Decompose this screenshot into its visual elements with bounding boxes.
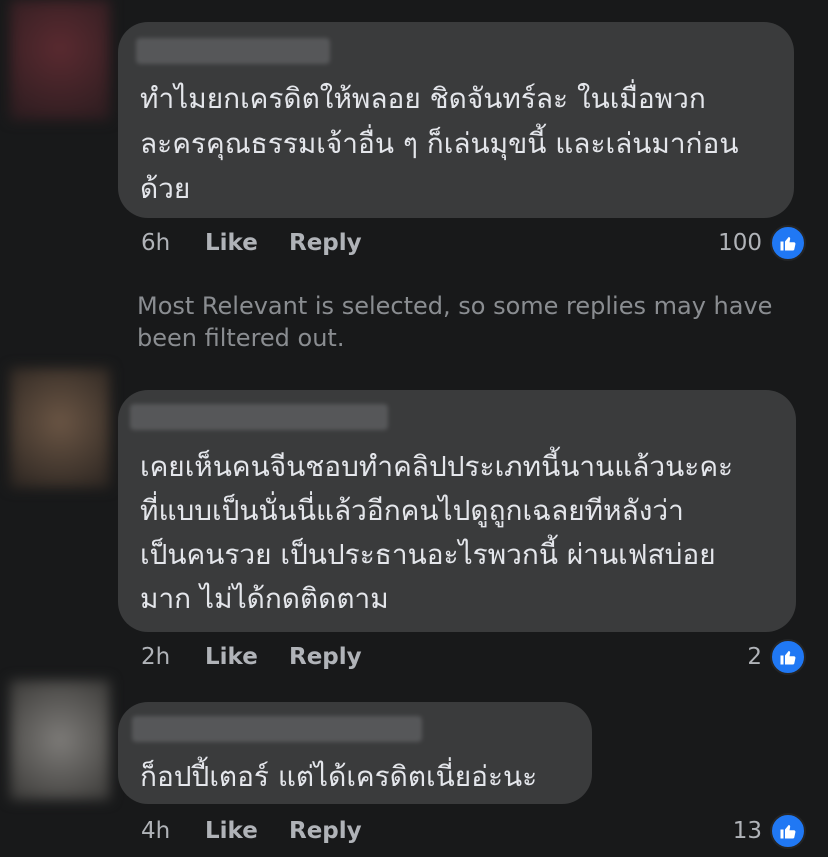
comment-text-line: ละครคุณธรรมเจ้าอื่น ๆ ก็เล่นมุขนี้ และเล… — [140, 127, 739, 160]
comment-actions: 6h Like Reply — [141, 228, 441, 258]
commenter-name[interactable] — [132, 716, 422, 742]
comment-bubble: เคยเห็นคนจีนชอบทำคลิปประเภทนี้นานแล้วนะค… — [118, 390, 796, 632]
reaction-count: 13 — [732, 818, 762, 844]
comment-text-line: ก็อปปี้เตอร์ แต่ได้เครดิตเนี่ยอ่ะนะ — [140, 760, 538, 793]
comment-text-line: ทำไมยกเครดิตให้พลอย ชิดจันทร์ละ ในเมื่อพ… — [140, 82, 706, 115]
comment-text-line: เคยเห็นคนจีนชอบทำคลิปประเภทนี้นานแล้วนะค… — [140, 450, 734, 483]
reaction-summary[interactable]: 13 — [732, 813, 806, 849]
commenter-name[interactable] — [136, 38, 330, 64]
like-button[interactable]: Like — [205, 816, 258, 846]
commenter-name[interactable] — [130, 404, 388, 430]
reaction-count: 2 — [747, 644, 762, 670]
comment-timestamp[interactable]: 2h — [141, 642, 170, 672]
reaction-summary[interactable]: 100 — [718, 225, 806, 261]
like-button[interactable]: Like — [205, 642, 258, 672]
comment-text-line: ด้วย — [140, 172, 191, 205]
comment-text-line: มาก ไม่ได้กดติดตาม — [140, 582, 389, 615]
avatar[interactable] — [10, 368, 110, 488]
avatar[interactable] — [10, 680, 110, 800]
reaction-summary[interactable]: 2 — [747, 639, 806, 675]
thumbs-up-icon — [770, 225, 806, 261]
comment-text-line: ที่แบบเป็นนั่นนี่แล้วอีกคนไปดูถูกเฉลยทีห… — [140, 494, 684, 527]
thumbs-up-icon — [770, 813, 806, 849]
filter-notice: Most Relevant is selected, so some repli… — [137, 292, 773, 352]
reply-button[interactable]: Reply — [289, 228, 362, 258]
comment-timestamp[interactable]: 6h — [141, 228, 170, 258]
thumbs-up-icon — [770, 639, 806, 675]
avatar[interactable] — [10, 0, 110, 120]
reply-button[interactable]: Reply — [289, 642, 362, 672]
comment-text-line: เป็นคนรวย เป็นประธานอะไรพวกนี้ ผ่านเฟสบ่… — [140, 538, 716, 571]
comment-bubble: ก็อปปี้เตอร์ แต่ได้เครดิตเนี่ยอ่ะนะ — [118, 702, 592, 804]
comment-timestamp[interactable]: 4h — [141, 816, 170, 846]
reply-button[interactable]: Reply — [289, 816, 362, 846]
comment-actions: 4h Like Reply — [141, 816, 441, 846]
comment-bubble: ทำไมยกเครดิตให้พลอย ชิดจันทร์ละ ในเมื่อพ… — [118, 22, 794, 218]
reaction-count: 100 — [718, 230, 762, 256]
like-button[interactable]: Like — [205, 228, 258, 258]
comment-actions: 2h Like Reply — [141, 642, 441, 672]
